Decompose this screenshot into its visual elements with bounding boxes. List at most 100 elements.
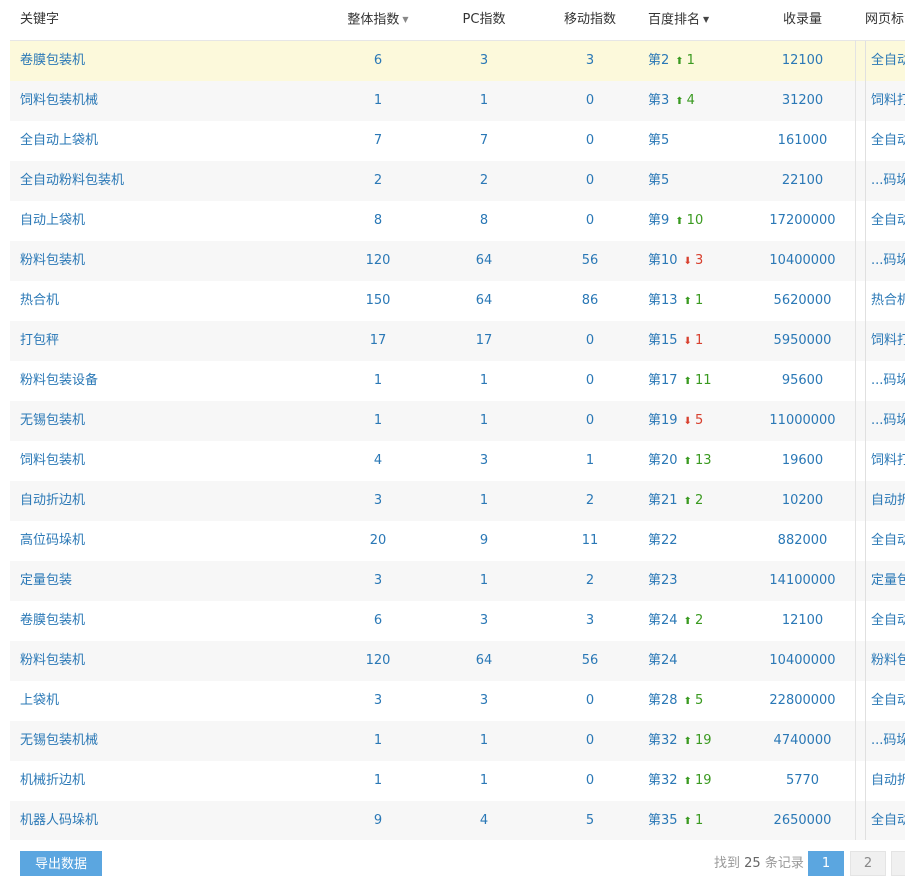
indexed-count-link[interactable]: 4740000 <box>750 721 855 761</box>
pc-index-link[interactable]: 1 <box>431 361 537 401</box>
mobile-index-link[interactable]: 0 <box>537 361 643 401</box>
pc-index-link[interactable]: 1 <box>431 481 537 521</box>
pc-index-link[interactable]: 7 <box>431 121 537 161</box>
mobile-index-link[interactable]: 86 <box>537 281 643 321</box>
keyword-link[interactable]: 粉料包装机 <box>20 241 320 281</box>
page-2-button[interactable]: 2 <box>850 851 886 876</box>
pc-index-link[interactable]: 64 <box>431 641 537 681</box>
indexed-count-link[interactable]: 14100000 <box>750 561 855 601</box>
indexed-count-link[interactable]: 882000 <box>750 521 855 561</box>
rank-link[interactable]: 第22 <box>648 533 678 548</box>
mobile-index-link[interactable]: 56 <box>537 241 643 281</box>
pc-index-link[interactable]: 1 <box>431 721 537 761</box>
keyword-link[interactable]: 饲料包装机械 <box>20 81 320 121</box>
mobile-index-link[interactable]: 56 <box>537 641 643 681</box>
overall-index-link[interactable]: 8 <box>325 201 431 241</box>
overall-index-link[interactable]: 1 <box>325 81 431 121</box>
mobile-index-link[interactable]: 3 <box>537 41 643 81</box>
indexed-count-link[interactable]: 2650000 <box>750 801 855 841</box>
pc-index-link[interactable]: 17 <box>431 321 537 361</box>
keyword-link[interactable]: 上袋机 <box>20 681 320 721</box>
keyword-link[interactable]: 饲料包装机 <box>20 441 320 481</box>
mobile-index-link[interactable]: 0 <box>537 201 643 241</box>
page-title-link[interactable]: 全自动 <box>865 201 905 241</box>
indexed-count-link[interactable]: 19600 <box>750 441 855 481</box>
pc-index-link[interactable]: 4 <box>431 801 537 841</box>
mobile-index-link[interactable]: 0 <box>537 721 643 761</box>
overall-index-link[interactable]: 17 <box>325 321 431 361</box>
indexed-count-link[interactable]: 5770 <box>750 761 855 801</box>
overall-index-link[interactable]: 150 <box>325 281 431 321</box>
sort-caret-icon[interactable]: ▼ <box>703 0 709 40</box>
page-title-link[interactable]: 全自动 <box>865 681 905 721</box>
pc-index-link[interactable]: 1 <box>431 81 537 121</box>
page-title-link[interactable]: 全自动 <box>865 41 905 81</box>
overall-index-link[interactable]: 1 <box>325 361 431 401</box>
mobile-index-link[interactable]: 0 <box>537 81 643 121</box>
indexed-count-link[interactable]: 10400000 <box>750 641 855 681</box>
pc-index-link[interactable]: 1 <box>431 401 537 441</box>
overall-index-link[interactable]: 120 <box>325 641 431 681</box>
pc-index-link[interactable]: 3 <box>431 441 537 481</box>
overall-index-link[interactable]: 6 <box>325 41 431 81</box>
pc-index-link[interactable]: 1 <box>431 561 537 601</box>
pc-index-link[interactable]: 3 <box>431 681 537 721</box>
rank-link[interactable]: 第20 <box>648 453 678 468</box>
keyword-link[interactable]: 无锡包装机械 <box>20 721 320 761</box>
page-next-button[interactable] <box>891 851 905 876</box>
indexed-count-link[interactable]: 10200 <box>750 481 855 521</box>
mobile-index-link[interactable]: 0 <box>537 161 643 201</box>
page-title-link[interactable]: 全自动 <box>865 521 905 561</box>
pc-index-link[interactable]: 64 <box>431 241 537 281</box>
rank-link[interactable]: 第5 <box>648 133 669 148</box>
indexed-count-link[interactable]: 22100 <box>750 161 855 201</box>
pc-index-link[interactable]: 3 <box>431 601 537 641</box>
mobile-index-link[interactable]: 5 <box>537 801 643 841</box>
page-title-link[interactable]: ...码垛 <box>865 241 905 281</box>
page-title-link[interactable]: ...码垛 <box>865 361 905 401</box>
mobile-index-link[interactable]: 11 <box>537 521 643 561</box>
rank-link[interactable]: 第2 <box>648 53 669 68</box>
overall-index-link[interactable]: 4 <box>325 441 431 481</box>
keyword-link[interactable]: 卷膜包装机 <box>20 41 320 81</box>
rank-link[interactable]: 第21 <box>648 493 678 508</box>
indexed-count-link[interactable]: 161000 <box>750 121 855 161</box>
rank-link[interactable]: 第5 <box>648 173 669 188</box>
pc-index-link[interactable]: 64 <box>431 281 537 321</box>
indexed-count-link[interactable]: 22800000 <box>750 681 855 721</box>
page-title-link[interactable]: 自动折 <box>865 761 905 801</box>
rank-link[interactable]: 第28 <box>648 693 678 708</box>
keyword-link[interactable]: 自动上袋机 <box>20 201 320 241</box>
pc-index-link[interactable]: 3 <box>431 41 537 81</box>
overall-index-link[interactable]: 20 <box>325 521 431 561</box>
page-1-button[interactable]: 1 <box>808 851 844 876</box>
rank-link[interactable]: 第24 <box>648 613 678 628</box>
overall-index-link[interactable]: 2 <box>325 161 431 201</box>
mobile-index-link[interactable]: 2 <box>537 561 643 601</box>
pc-index-link[interactable]: 1 <box>431 761 537 801</box>
page-title-link[interactable]: ...码垛 <box>865 161 905 201</box>
indexed-count-link[interactable]: 10400000 <box>750 241 855 281</box>
page-title-link[interactable]: 饲料打 <box>865 321 905 361</box>
overall-index-link[interactable]: 1 <box>325 721 431 761</box>
page-title-link[interactable]: ...码垛 <box>865 401 905 441</box>
rank-link[interactable]: 第10 <box>648 253 678 268</box>
rank-link[interactable]: 第13 <box>648 293 678 308</box>
indexed-count-link[interactable]: 95600 <box>750 361 855 401</box>
rank-link[interactable]: 第35 <box>648 813 678 828</box>
overall-index-link[interactable]: 3 <box>325 481 431 521</box>
page-title-link[interactable]: 热合机 <box>865 281 905 321</box>
rank-link[interactable]: 第17 <box>648 373 678 388</box>
rank-link[interactable]: 第9 <box>648 213 669 228</box>
keyword-link[interactable]: 自动折边机 <box>20 481 320 521</box>
pc-index-link[interactable]: 8 <box>431 201 537 241</box>
rank-link[interactable]: 第32 <box>648 773 678 788</box>
indexed-count-link[interactable]: 17200000 <box>750 201 855 241</box>
overall-index-link[interactable]: 120 <box>325 241 431 281</box>
mobile-index-link[interactable]: 0 <box>537 761 643 801</box>
pc-index-link[interactable]: 9 <box>431 521 537 561</box>
page-title-link[interactable]: 饲料打 <box>865 81 905 121</box>
rank-link[interactable]: 第19 <box>648 413 678 428</box>
rank-link[interactable]: 第15 <box>648 333 678 348</box>
mobile-index-link[interactable]: 1 <box>537 441 643 481</box>
